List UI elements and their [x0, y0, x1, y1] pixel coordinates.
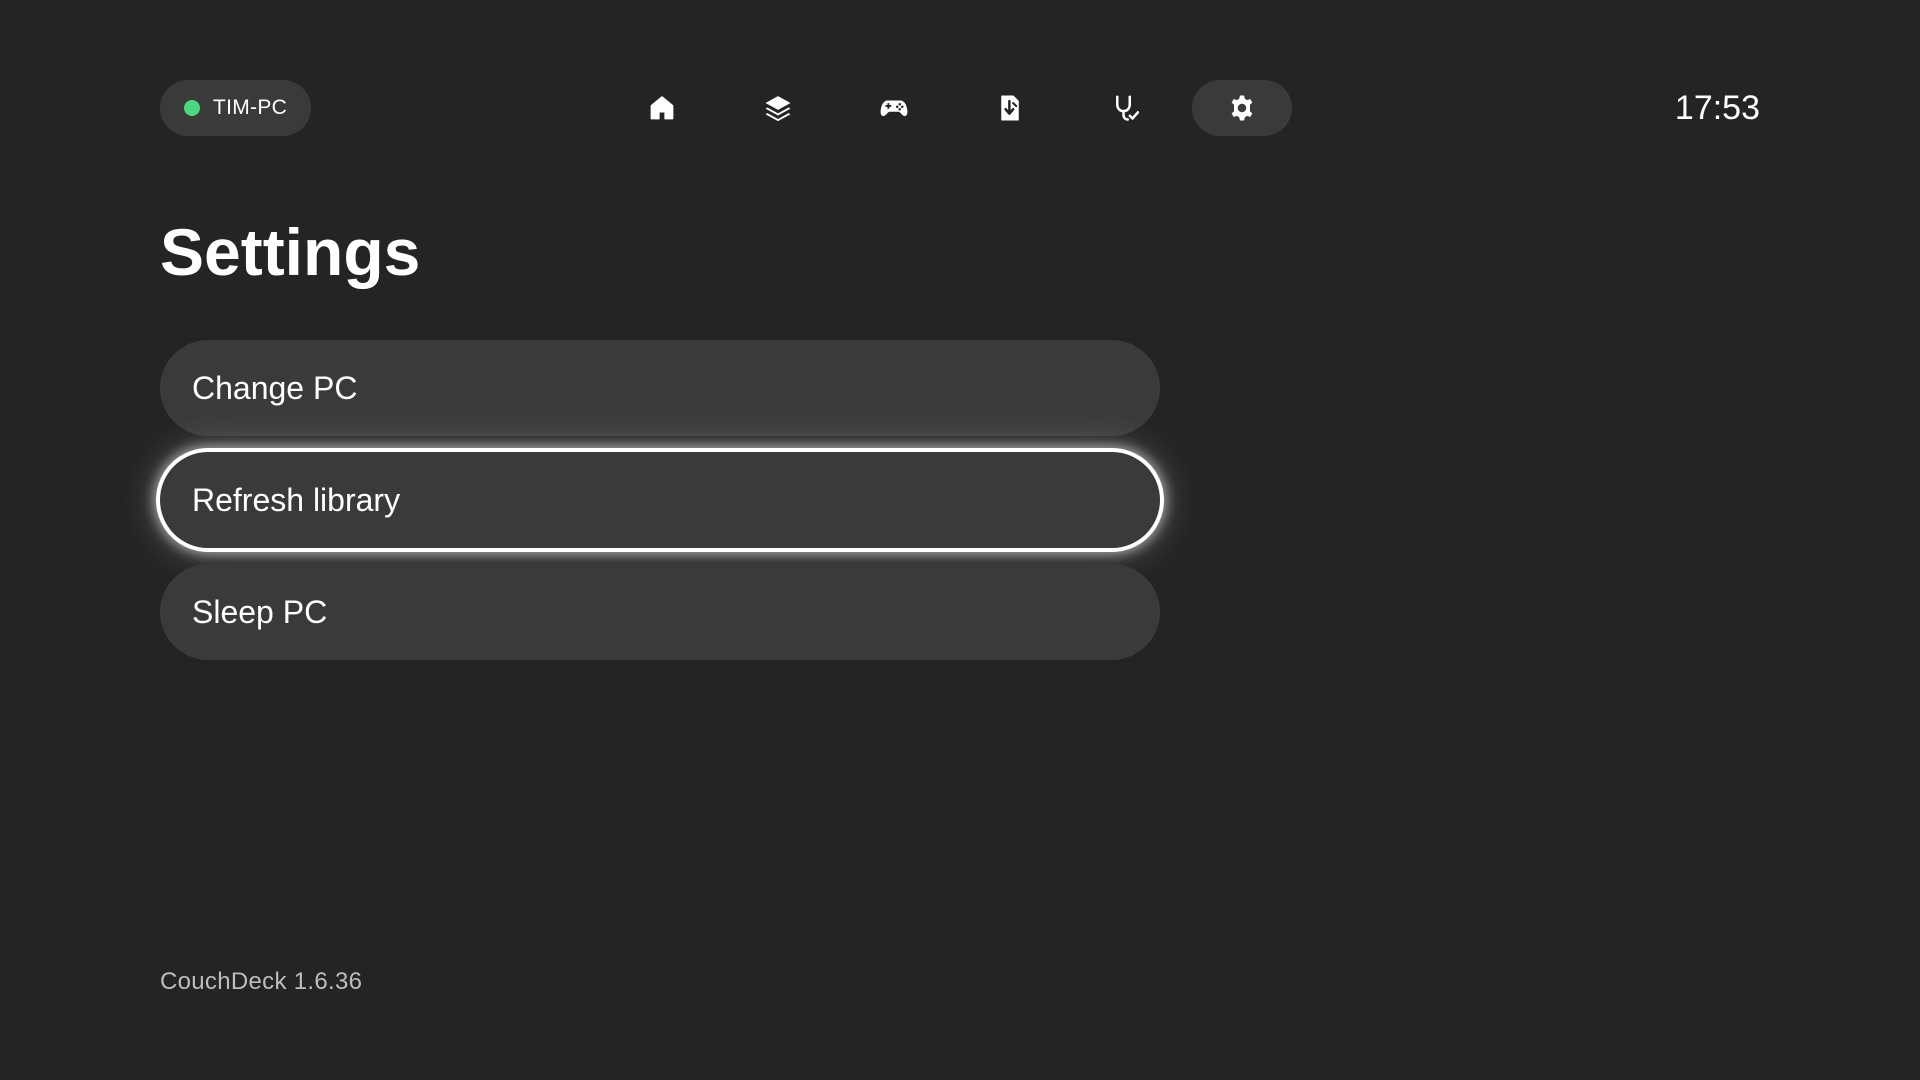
app-version: CouchDeck 1.6.36 — [160, 968, 363, 995]
gear-icon — [1227, 93, 1257, 123]
stethoscope-icon — [1111, 93, 1141, 123]
pc-name: TIM-PC — [213, 96, 288, 119]
pc-status-pill[interactable]: TIM-PC — [160, 80, 312, 136]
refresh-library-button[interactable]: Refresh library — [160, 452, 1160, 548]
nav-settings[interactable] — [1192, 80, 1292, 136]
settings-screen: TIM-PC 17:53 Settings Change PC Refresh … — [0, 0, 1920, 1080]
top-navigation — [612, 80, 1292, 136]
online-status-dot — [184, 100, 200, 116]
settings-menu: Change PC Refresh library Sleep PC — [160, 340, 1160, 676]
clock: 17:53 — [1674, 89, 1760, 127]
nav-library[interactable] — [728, 80, 828, 136]
nav-diagnostics[interactable] — [1076, 80, 1176, 136]
page-title: Settings — [160, 215, 421, 289]
nav-games[interactable] — [844, 80, 944, 136]
change-pc-button[interactable]: Change PC — [160, 340, 1160, 436]
gamepad-icon — [879, 93, 909, 123]
sleep-pc-button[interactable]: Sleep PC — [160, 564, 1160, 660]
nav-device[interactable] — [960, 80, 1060, 136]
device-icon — [995, 93, 1025, 123]
layers-icon — [763, 93, 793, 123]
home-icon — [647, 93, 677, 123]
nav-home[interactable] — [612, 80, 712, 136]
